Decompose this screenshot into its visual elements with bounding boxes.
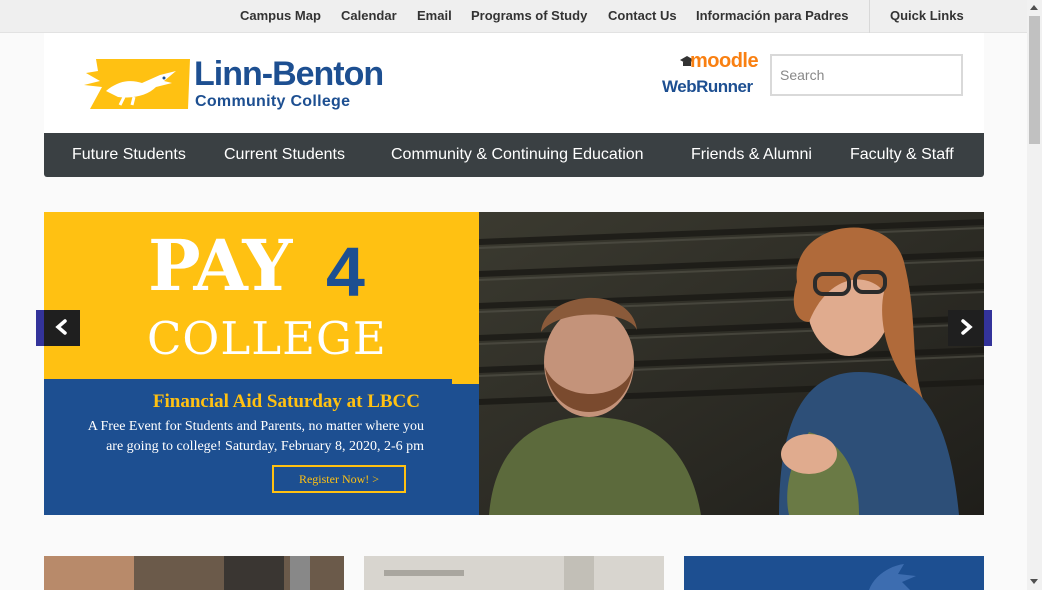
roadrunner-logo-icon: [84, 59, 190, 109]
main-nav: Future Students Current Students Communi…: [44, 133, 984, 177]
logo-subtitle: Community College: [195, 93, 351, 110]
nav-faculty-staff[interactable]: Faculty & Staff: [850, 146, 954, 164]
event-description: A Free Event for Students and Parents, n…: [87, 419, 424, 454]
feature-card-3-image: [684, 556, 984, 590]
webrunner-link[interactable]: WebRunner: [662, 77, 753, 97]
site-header: Linn-Benton Community College moodle Web…: [44, 33, 984, 133]
utility-link-email[interactable]: Email: [417, 8, 452, 23]
carousel-prev-button[interactable]: [36, 310, 80, 346]
promo-panel[interactable]: PAY 4 COLLEGE Financial Aid Saturday at …: [44, 212, 479, 515]
logo-name: Linn-Benton: [194, 55, 384, 93]
event-title: Financial Aid Saturday at LBCC: [152, 391, 420, 412]
college-logo[interactable]: Linn-Benton Community College: [84, 53, 409, 115]
carousel-next-button[interactable]: [948, 310, 992, 346]
feature-card-1-image: [44, 556, 344, 590]
scroll-thumb[interactable]: [1029, 16, 1040, 144]
moodle-label: moodle: [690, 50, 759, 72]
promo-pay-text: PAY: [148, 224, 292, 307]
utility-link-calendar[interactable]: Calendar: [341, 8, 397, 23]
search-input[interactable]: [770, 54, 963, 96]
quick-links-button[interactable]: Quick Links: [890, 8, 964, 23]
chevron-right-icon: [961, 319, 973, 335]
scroll-down-arrow-icon[interactable]: [1030, 579, 1038, 584]
promo-four-text: 4: [326, 233, 365, 311]
feature-card-2[interactable]: [364, 556, 664, 590]
utility-bar: Campus Map Calendar Email Programs of St…: [0, 0, 1027, 33]
promo-notch: [452, 379, 479, 384]
utility-link-programs[interactable]: Programs of Study: [471, 8, 587, 23]
feature-card-3[interactable]: [684, 556, 984, 590]
utility-link-campus-map[interactable]: Campus Map: [240, 8, 321, 23]
feature-card-2-image: [364, 556, 664, 590]
scroll-up-arrow-icon[interactable]: [1030, 5, 1038, 10]
nav-future-students[interactable]: Future Students: [72, 146, 186, 164]
moodle-link[interactable]: moodle: [680, 50, 759, 78]
utility-link-padres[interactable]: Información para Padres: [696, 8, 848, 23]
page-scrollbar[interactable]: [1027, 0, 1042, 590]
chevron-left-icon: [55, 319, 67, 335]
promo-college-text: COLLEGE: [147, 312, 387, 365]
utility-link-contact[interactable]: Contact Us: [608, 8, 677, 23]
register-button[interactable]: Register Now! >: [272, 465, 406, 493]
nav-current-students[interactable]: Current Students: [224, 146, 345, 164]
feature-card-1[interactable]: [44, 556, 344, 590]
utility-divider: [869, 0, 870, 33]
nav-friends-alumni[interactable]: Friends & Alumni: [691, 146, 812, 164]
nav-community-education[interactable]: Community & Continuing Education: [391, 146, 644, 164]
hero-photo: [479, 212, 984, 515]
hero-carousel: PAY 4 COLLEGE Financial Aid Saturday at …: [44, 212, 984, 515]
students-photo-image: [479, 212, 984, 515]
